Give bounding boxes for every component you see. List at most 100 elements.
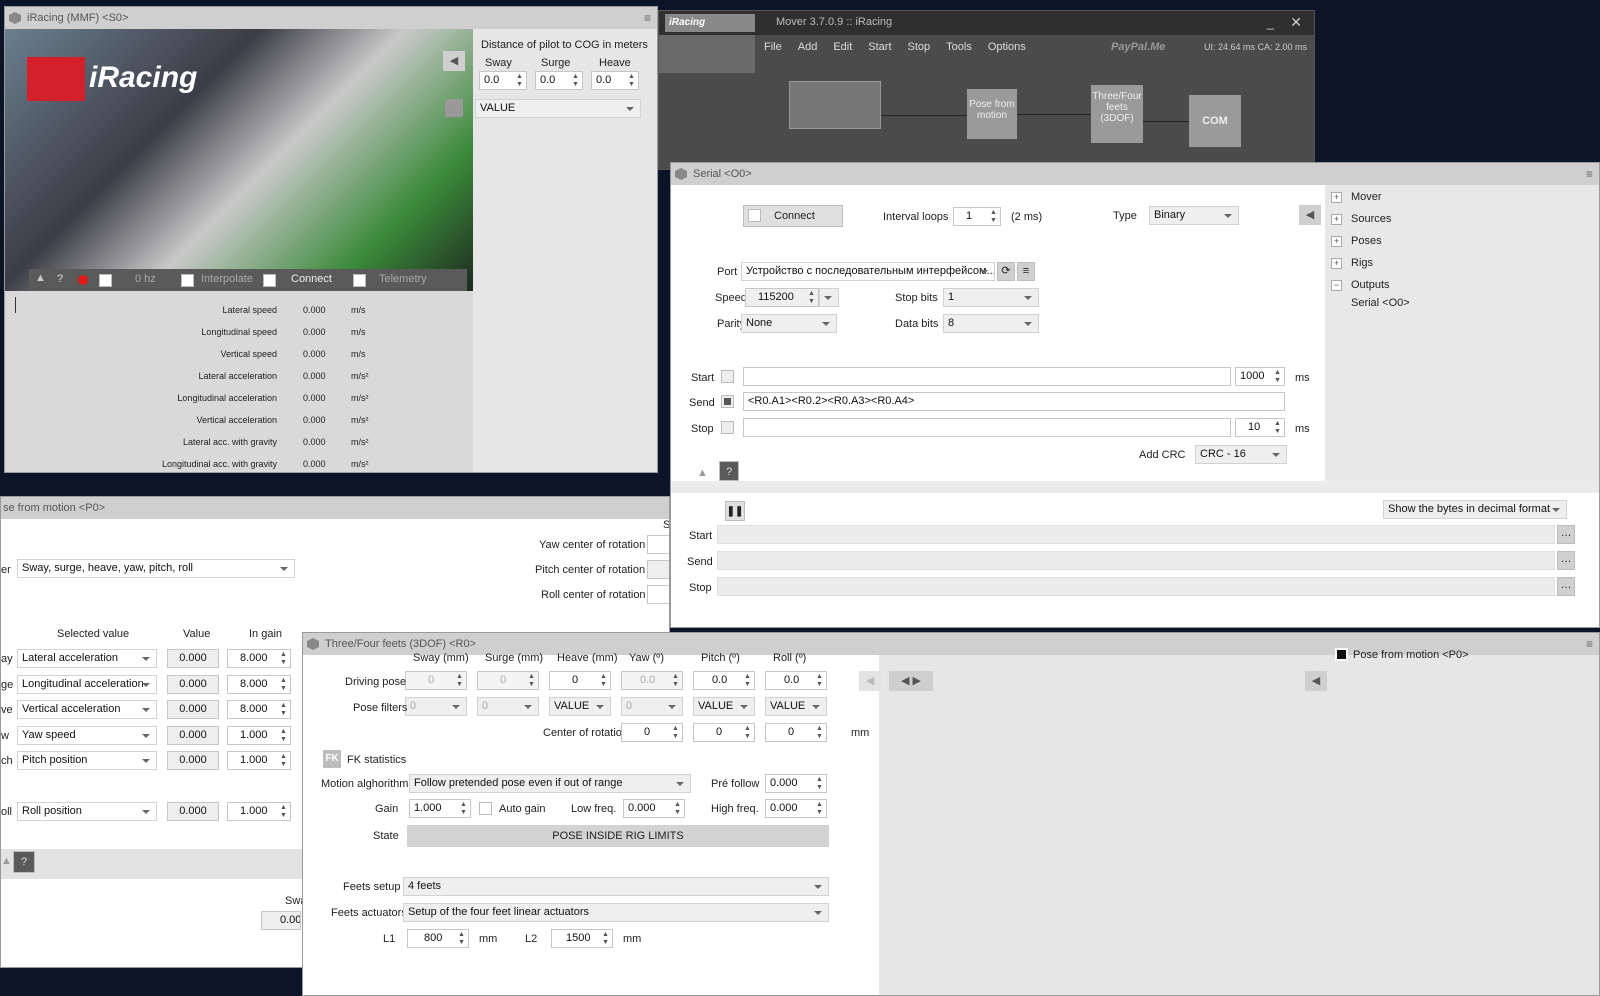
yaw-center-field[interactable] [647, 535, 669, 554]
pin-icon[interactable] [445, 99, 463, 117]
spin-icon[interactable]: ▲ ▼ [599, 673, 608, 689]
spin-icon[interactable]: ▲ ▼ [743, 673, 752, 689]
menu-stop[interactable]: Stop [908, 41, 931, 57]
pose-source-item[interactable]: Pose from motion <P0> [1353, 649, 1469, 661]
cor-field[interactable]: 0 ▲ ▼ [765, 723, 827, 742]
dof-filter-select[interactable]: Sway, surge, heave, yaw, pitch, roll [17, 559, 295, 578]
monitor-send-more[interactable]: … [1557, 551, 1575, 570]
spin-icon[interactable]: ▲ ▼ [279, 677, 288, 693]
driving-pose-field[interactable]: 0 ▲ ▼ [477, 671, 539, 690]
tree-item-sources[interactable]: Sources [1351, 213, 1391, 225]
stop-ms-field[interactable]: 10 ▲ ▼ [1235, 418, 1285, 437]
spin-icon[interactable]: ▲ ▼ [279, 651, 288, 667]
stop-checkbox[interactable] [721, 421, 734, 434]
node-three[interactable]: Three/Four feets (3DOF) [1091, 85, 1143, 143]
node-com[interactable]: COM [1189, 95, 1241, 147]
connect-checkbox[interactable] [748, 209, 761, 222]
port-select[interactable]: Устройство с последовательным интерфейсо… [741, 262, 995, 281]
tree-item-mover[interactable]: Mover [1351, 191, 1382, 203]
lowfreq-field[interactable]: 0.000 ▲ ▼ [623, 799, 685, 818]
autogain-checkbox[interactable] [479, 802, 492, 815]
cor-field[interactable]: 0 ▲ ▼ [621, 723, 683, 742]
tree-item-outputs[interactable]: Outputs [1351, 279, 1390, 291]
spin-icon[interactable]: ▲ ▼ [815, 776, 824, 792]
tree-serial-item[interactable]: Serial <O0> [1351, 297, 1410, 309]
collapse-panel-button[interactable]: ◀ [1305, 671, 1327, 691]
help-button[interactable]: ? [719, 461, 739, 481]
pose-filter-select[interactable]: 0 [405, 697, 467, 716]
row-gain-field[interactable]: 1.000 ▲ ▼ [227, 751, 291, 770]
monitor-start-more[interactable]: … [1557, 525, 1575, 544]
algo-select[interactable]: Follow pretended pose even if out of ran… [409, 774, 691, 793]
tree-expand-icon[interactable]: + [1331, 214, 1342, 225]
hamburger-icon[interactable]: ≡ [644, 7, 651, 29]
parity-select[interactable]: None [741, 314, 837, 333]
row-gain-field[interactable]: 1.000 ▲ ▼ [227, 802, 291, 821]
hamburger-icon[interactable]: ≡ [1586, 163, 1593, 185]
spin-icon[interactable]: ▲ ▼ [279, 728, 288, 744]
collapse-panel-button[interactable]: ◀ [443, 51, 465, 71]
selected-value-select[interactable]: Pitch position [17, 751, 157, 770]
interpolate-checkbox[interactable] [181, 274, 194, 287]
tree-expand-icon[interactable]: + [1331, 236, 1342, 247]
paypal-link[interactable]: PayPal.Me [1111, 41, 1165, 53]
menu-edit[interactable]: Edit [833, 41, 852, 57]
stop-field[interactable] [743, 418, 1231, 437]
spin-icon[interactable]: ▲ ▼ [601, 931, 610, 947]
tree-item-rigs[interactable]: Rigs [1351, 257, 1373, 269]
prefollow-field[interactable]: 0.000 ▲ ▼ [765, 774, 827, 793]
stopbits-select[interactable]: 1 [943, 288, 1039, 307]
selected-value-select[interactable]: Roll position [17, 802, 157, 821]
pose-filter-select[interactable]: VALUE [765, 697, 827, 716]
value-select[interactable]: VALUE [475, 99, 641, 118]
row-gain-field[interactable]: 8.000 ▲ ▼ [227, 649, 291, 668]
driving-pose-field[interactable]: 0.0 ▲ ▼ [765, 671, 827, 690]
menu-file[interactable]: File [764, 41, 782, 57]
driving-pose-field[interactable]: 0.0 ▲ ▼ [693, 671, 755, 690]
selected-value-select[interactable]: Longitudinal acceleration [17, 675, 157, 694]
send-field[interactable]: <R0.A1><R0.2><R0.A3><R0.A4> [743, 392, 1285, 411]
selected-value-select[interactable]: Vertical acceleration [17, 700, 157, 719]
spin-icon[interactable]: ▲ ▼ [815, 725, 824, 741]
speed-dropdown[interactable] [819, 288, 839, 307]
collapse-icon[interactable]: ▲ [697, 467, 708, 479]
l2-field[interactable]: 1500 ▲ ▼ [551, 929, 613, 948]
menu-add[interactable]: Add [798, 41, 818, 57]
send-checkbox[interactable] [721, 395, 734, 408]
start-ms-field[interactable]: 1000 ▲ ▼ [1235, 367, 1285, 386]
roll-center-field[interactable] [647, 585, 669, 604]
three-arrow-left[interactable]: ◀ [859, 671, 881, 691]
spin-icon[interactable]: ▲ ▼ [743, 725, 752, 741]
close-button[interactable]: ✕ [1290, 14, 1302, 31]
pose-filter-select[interactable]: VALUE [549, 697, 611, 716]
pause-button[interactable]: ❚❚ [725, 501, 745, 521]
speed-field[interactable]: 115200 ▲ ▼ [745, 288, 819, 307]
start-checkbox[interactable] [721, 370, 734, 383]
help-button[interactable]: ? [57, 273, 63, 285]
start-field[interactable] [743, 367, 1231, 386]
spin-icon[interactable]: ▲ ▼ [1273, 369, 1282, 385]
row-gain-field[interactable]: 8.000 ▲ ▼ [227, 700, 291, 719]
row-gain-field[interactable]: 1.000 ▲ ▼ [227, 726, 291, 745]
collapse-icon[interactable]: ▲ [35, 272, 46, 284]
spin-icon[interactable]: ▲ ▼ [279, 804, 288, 820]
spin-icon[interactable]: ▲ ▼ [671, 673, 680, 689]
driving-pose-field[interactable]: 0.0 ▲ ▼ [621, 671, 683, 690]
spin-icon[interactable]: ▲ ▼ [455, 673, 464, 689]
cog-surge-field[interactable]: 0.0 ▲ ▼ [535, 71, 583, 90]
spin-icon[interactable]: ▲ ▼ [527, 673, 536, 689]
driving-pose-field[interactable]: 0 ▲ ▼ [405, 671, 467, 690]
selected-value-select[interactable]: Lateral acceleration [17, 649, 157, 668]
hz-checkbox[interactable] [99, 274, 112, 287]
spin-icon[interactable]: ▲ ▼ [515, 73, 524, 89]
fk-stats-label[interactable]: FK statistics [347, 754, 406, 766]
pitch-center-field[interactable] [647, 560, 669, 579]
telemetry-checkbox[interactable] [353, 274, 366, 287]
interval-field[interactable]: 1 ▲ ▼ [953, 207, 1001, 226]
type-select[interactable]: Binary [1149, 206, 1239, 225]
menu-tools[interactable]: Tools [946, 41, 972, 57]
pose-filter-select[interactable]: VALUE [693, 697, 755, 716]
record-icon[interactable] [78, 275, 88, 285]
highfreq-field[interactable]: 0.000 ▲ ▼ [765, 799, 827, 818]
nav-arrows[interactable]: ◀ ▶ [889, 671, 933, 691]
